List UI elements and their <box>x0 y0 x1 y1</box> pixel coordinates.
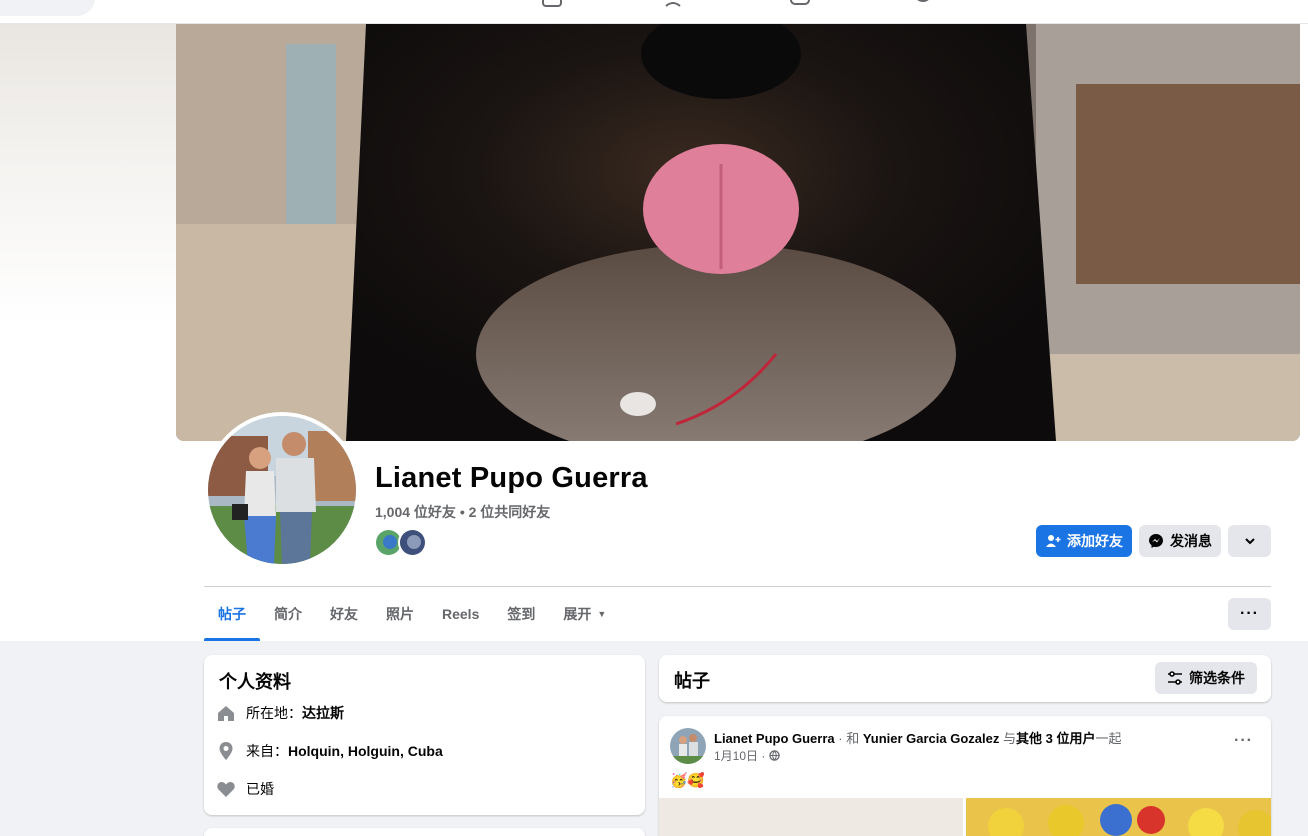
more-options-button[interactable]: ··· <box>1228 598 1271 630</box>
post-author-line: Lianet Pupo Guerra · 和 Yunier Garcia Goz… <box>714 728 1121 747</box>
video-icon[interactable] <box>788 0 812 8</box>
home-icon[interactable] <box>540 0 564 8</box>
balloons-image <box>988 804 1271 836</box>
chevron-down-icon <box>1244 538 1255 545</box>
post-photo[interactable] <box>659 798 963 836</box>
tab-label: 好友 <box>330 606 358 622</box>
posts-title: 帖子 <box>674 671 710 691</box>
post-card: Lianet Pupo Guerra · 和 Yunier Garcia Goz… <box>659 716 1271 836</box>
profile-tabs: 帖子 简介 好友 照片 Reels 签到 展开 ▼ <box>204 588 620 641</box>
from-value[interactable]: Holquin, Holguin, Cuba <box>288 743 443 759</box>
post-with-text: · 和 <box>834 731 863 746</box>
mutual-friend-avatar[interactable] <box>398 528 427 557</box>
tab-label: 照片 <box>386 606 414 622</box>
top-navigation <box>0 0 1308 24</box>
post-together-text: 一起 <box>1095 731 1122 746</box>
message-button[interactable]: 发消息 <box>1139 525 1221 557</box>
home-icon <box>218 706 234 721</box>
post-options-icon[interactable]: ··· <box>1234 732 1253 750</box>
lives-prefix: 所在地： <box>246 705 302 721</box>
add-friend-label: 添加好友 <box>1067 533 1123 549</box>
header-divider <box>204 586 1271 587</box>
tab-label: 展开 <box>563 606 592 622</box>
posts-header-card: 帖子 筛选条件 <box>659 655 1271 702</box>
location-pin-icon <box>219 742 233 760</box>
tab-about[interactable]: 简介 <box>260 588 316 640</box>
intro-from: 来自：Holquin, Holguin, Cuba <box>216 741 443 761</box>
heart-icon <box>217 781 235 797</box>
post-date[interactable]: 1月10日 · <box>714 747 765 764</box>
tab-more[interactable]: 展开 ▼ <box>549 588 620 640</box>
mutual-friends-avatars <box>374 528 434 558</box>
add-friend-icon <box>1046 535 1061 547</box>
profile-name: Lianet Pupo Guerra <box>375 462 648 494</box>
tab-label: Reels <box>442 606 480 622</box>
tab-friends[interactable]: 好友 <box>316 588 372 640</box>
groups-icon[interactable] <box>911 0 935 8</box>
post-author-avatar[interactable] <box>670 728 706 764</box>
relationship-status: 已婚 <box>246 781 274 797</box>
profile-options-button[interactable] <box>1228 525 1271 557</box>
intro-relationship: 已婚 <box>216 779 274 799</box>
cover-side-fade <box>0 24 176 324</box>
friends-summary[interactable]: 1,004 位好友 • 2 位共同好友 <box>375 502 550 522</box>
post-photo[interactable] <box>966 798 1271 836</box>
from-prefix: 来自： <box>246 743 288 759</box>
caret-down-icon: ▼ <box>597 609 607 619</box>
search-bar[interactable] <box>0 0 95 16</box>
add-friend-button[interactable]: 添加好友 <box>1036 525 1132 557</box>
filter-icon <box>1168 671 1182 685</box>
post-meta: 1月10日 · <box>714 747 781 764</box>
profile-avatar[interactable] <box>204 412 360 568</box>
tab-reels[interactable]: Reels <box>428 588 493 640</box>
filter-button[interactable]: 筛选条件 <box>1155 662 1257 694</box>
tab-label: 简介 <box>274 606 302 622</box>
filter-label: 筛选条件 <box>1189 670 1245 686</box>
lives-value[interactable]: 达拉斯 <box>302 705 344 721</box>
post-author-name[interactable]: Lianet Pupo Guerra <box>714 731 835 746</box>
next-card <box>204 828 645 836</box>
tab-label: 帖子 <box>218 606 246 622</box>
post-and-text: 与 <box>999 731 1016 746</box>
post-others-link[interactable]: 其他 3 位用户 <box>1016 731 1095 746</box>
message-label: 发消息 <box>1170 533 1212 549</box>
tab-checkins[interactable]: 签到 <box>493 588 549 640</box>
messenger-icon <box>1149 534 1163 548</box>
tab-posts[interactable]: 帖子 <box>204 588 260 641</box>
intro-lives-in: 所在地：达拉斯 <box>216 703 344 723</box>
post-text: 🥳🥰 <box>670 772 705 788</box>
tab-photos[interactable]: 照片 <box>372 588 428 640</box>
globe-icon <box>769 750 781 761</box>
cover-photo[interactable] <box>176 24 1300 441</box>
post-tagged-user[interactable]: Yunier Garcia Gozalez <box>863 731 1000 746</box>
intro-card: 个人资料 所在地：达拉斯 来自：Holquin, Holguin, Cuba 已… <box>204 655 645 815</box>
tab-label: 签到 <box>507 606 536 622</box>
intro-title: 个人资料 <box>219 672 291 692</box>
friends-icon[interactable] <box>664 0 688 8</box>
